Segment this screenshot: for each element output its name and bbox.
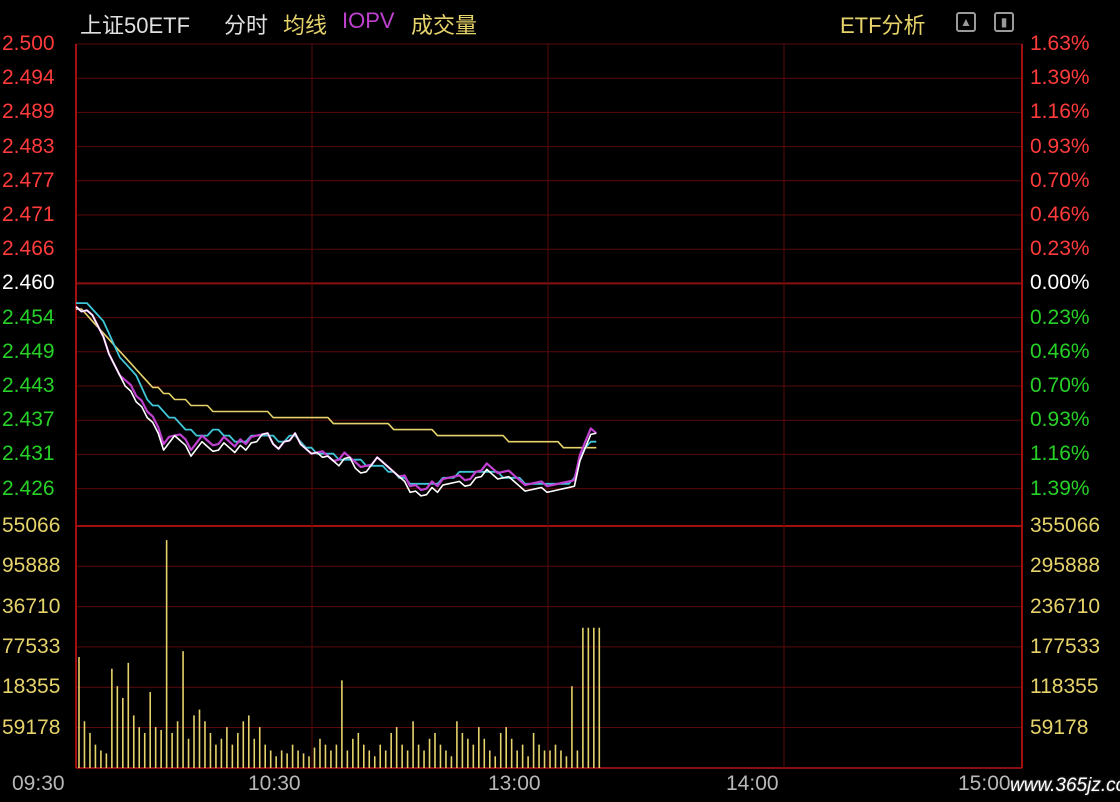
price-tick-label: 2.454 [2, 305, 55, 329]
cyan-line [76, 302, 597, 485]
price-tick-label: 2.477 [2, 168, 55, 192]
price-tick-label: 2.443 [2, 374, 55, 397]
price-tick-label: 2.466 [2, 237, 55, 261]
price-tick-label: 2.500 [2, 32, 55, 55]
tab-fenshi[interactable]: 分时 [224, 8, 268, 40]
percent-tick-label: 0.70% [1030, 374, 1090, 397]
percent-tick-label: 0.93% [1030, 408, 1090, 432]
price-tick-label: 2.431 [2, 442, 55, 466]
volume-tick-label: 295888 [1030, 554, 1101, 578]
percent-tick-label: 0.46% [1030, 339, 1090, 363]
security-name: 上证50ETF [80, 13, 191, 38]
price-tick-label: 2.426 [2, 476, 55, 500]
fenshi-chart-window: 上证50ETF 分时 均线 IOPV 成交量 ETF分析 ▲ ▮ 2.500 2.… [0, 0, 1120, 802]
time-tick-label: 13:00 [488, 772, 541, 795]
volume-tick-label: 36710 [2, 594, 61, 618]
legend-avg-line: 均线 [283, 13, 328, 38]
volume-tick-label: 77533 [2, 634, 61, 658]
volume-tick-label: 18355 [2, 675, 61, 699]
watermark-text: www.365jz.com [1010, 775, 1120, 796]
volume-tick-label: 55066 [2, 514, 61, 537]
legend-iopv: IOPV [342, 8, 395, 33]
panel-toggle-icon[interactable]: ▮ [994, 12, 1014, 32]
volume-tick-label: 118355 [1030, 675, 1099, 699]
time-tick-label: 09:30 [12, 772, 65, 795]
price-tick-label: 2.471 [2, 203, 55, 226]
volume-tick-label: 177533 [1030, 634, 1101, 658]
percent-tick-label: 1.16% [1030, 100, 1090, 124]
price-line [75, 306, 597, 497]
price-tick-label: 2.494 [2, 66, 55, 90]
volume-tick-label: 59178 [1030, 715, 1089, 739]
volume-tick-label: 59178 [2, 715, 61, 739]
legend-volume: 成交量 [411, 13, 478, 38]
volume-tick-label: 355066 [1030, 514, 1101, 537]
percent-tick-label: 0.00% [1030, 271, 1090, 295]
percent-tick-label: 1.63% [1030, 32, 1090, 55]
percent-tick-label: 0.93% [1030, 134, 1090, 158]
percent-tick-label: 0.70% [1030, 168, 1090, 192]
percent-tick-label: 0.46% [1030, 203, 1090, 226]
price-tick-label: 2.460 [2, 271, 55, 295]
etf-analysis-button[interactable]: ETF分析 [840, 8, 926, 40]
percent-tick-label: 0.23% [1030, 237, 1090, 261]
price-tick-label: 2.449 [2, 339, 55, 363]
percent-tick-label: 1.39% [1030, 476, 1090, 500]
percent-tick-label: 0.23% [1030, 305, 1090, 329]
average-line [76, 308, 597, 449]
percent-tick-label: 1.39% [1030, 66, 1090, 90]
scroll-up-icon[interactable]: ▲ [956, 12, 976, 32]
time-tick-label: 10:30 [248, 772, 301, 795]
price-tick-label: 2.489 [2, 100, 55, 124]
time-tick-label: 14:00 [726, 772, 779, 795]
percent-tick-label: 1.16% [1030, 442, 1090, 466]
volume-tick-label: 95888 [2, 554, 61, 578]
chart-canvas [75, 43, 1023, 769]
price-tick-label: 2.483 [2, 134, 55, 158]
volume-tick-label: 236710 [1030, 594, 1101, 618]
time-tick-label: 15:00 [958, 772, 1011, 795]
price-tick-label: 2.437 [2, 408, 55, 432]
